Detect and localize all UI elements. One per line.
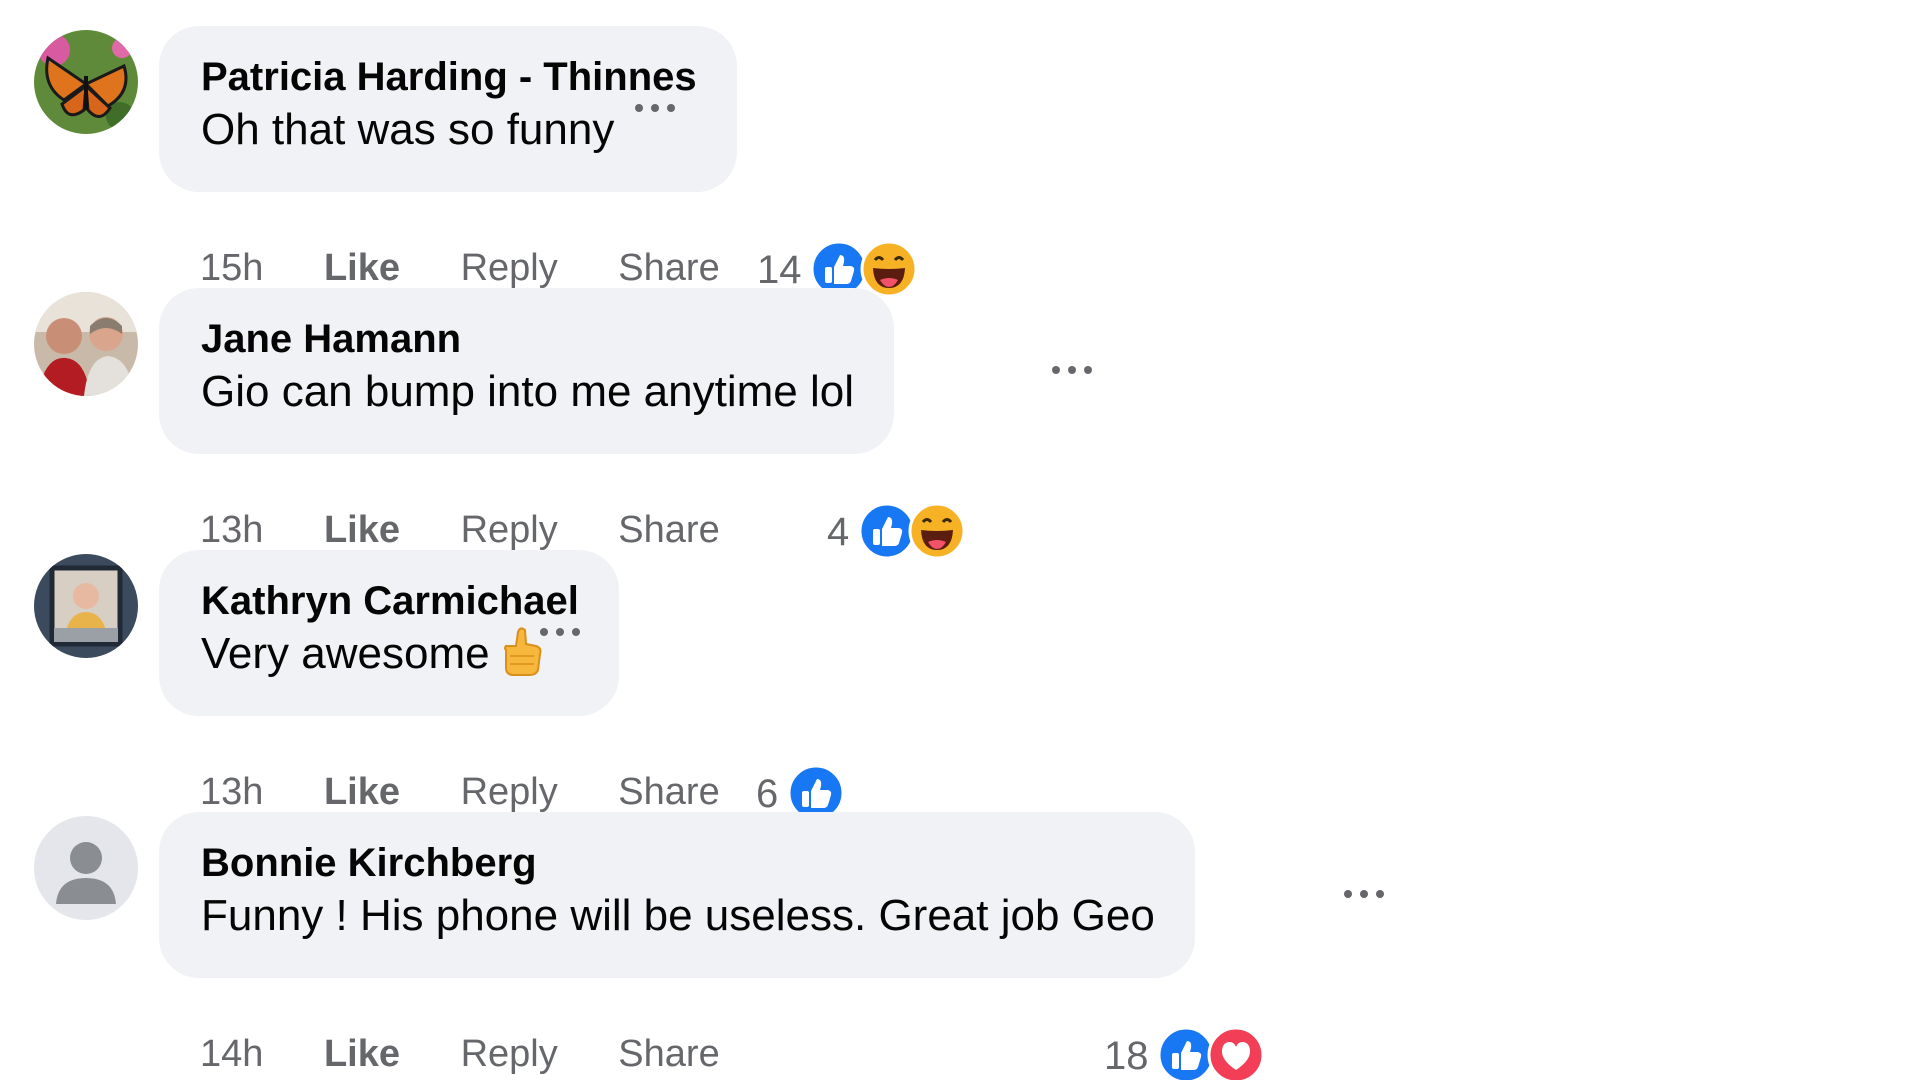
comment-text: Very awesome	[201, 626, 579, 690]
framed-photo-avatar-icon	[34, 554, 138, 658]
more-options-button[interactable]	[1340, 882, 1388, 906]
comment-text: Gio can bump into me anytime lol	[201, 367, 854, 416]
people-avatar-icon	[34, 292, 138, 396]
avatar[interactable]	[34, 292, 138, 396]
more-options-button[interactable]	[536, 620, 584, 644]
comment: Bonnie Kirchberg Funny ! His phone will …	[34, 812, 1534, 1080]
avatar[interactable]	[34, 30, 138, 134]
reaction-icons	[1157, 1026, 1265, 1080]
comment-author[interactable]: Patricia Harding - Thinnes	[201, 52, 697, 102]
like-icon	[1157, 1026, 1215, 1080]
comment-author[interactable]: Bonnie Kirchberg	[201, 838, 1155, 888]
comment-author[interactable]: Jane Hamann	[201, 314, 854, 364]
share-button[interactable]: Share	[618, 1024, 719, 1080]
butterfly-avatar-icon	[34, 30, 138, 134]
avatar[interactable]	[34, 554, 138, 658]
comment-bubble: Bonnie Kirchberg Funny ! His phone will …	[159, 812, 1195, 978]
comment: Jane Hamann Gio can bump into me anytime…	[34, 288, 1534, 560]
more-options-button[interactable]	[631, 96, 679, 120]
reply-button[interactable]: Reply	[461, 1024, 558, 1080]
reaction-summary[interactable]: 18	[1104, 1026, 1265, 1080]
reaction-count: 18	[1104, 1034, 1149, 1078]
comment-bubble: Jane Hamann Gio can bump into me anytime…	[159, 288, 894, 454]
more-options-icon	[540, 628, 580, 636]
comment-actions: 14h Like Reply Share	[200, 1024, 770, 1080]
comment-author[interactable]: Kathryn Carmichael	[201, 576, 579, 626]
comment-text: Oh that was so funny	[201, 105, 615, 154]
like-button[interactable]: Like	[324, 1024, 400, 1080]
comment-text-content: Very awesome	[201, 629, 490, 678]
more-options-icon	[1052, 366, 1092, 374]
love-icon	[1207, 1026, 1265, 1080]
more-options-icon	[1344, 890, 1384, 898]
default-profile-icon	[34, 816, 138, 920]
comment-list: Patricia Harding - Thinnes Oh that was s…	[0, 0, 1920, 1080]
comment: Patricia Harding - Thinnes Oh that was s…	[34, 26, 1534, 298]
comment-text: Funny ! His phone will be useless. Great…	[201, 891, 1155, 940]
comment-timestamp[interactable]: 14h	[200, 1024, 263, 1080]
comment: Kathryn Carmichael Very awesome 13h Like…	[34, 550, 1534, 822]
avatar[interactable]	[34, 816, 138, 920]
more-options-icon	[635, 104, 675, 112]
more-options-button[interactable]	[1048, 358, 1096, 382]
